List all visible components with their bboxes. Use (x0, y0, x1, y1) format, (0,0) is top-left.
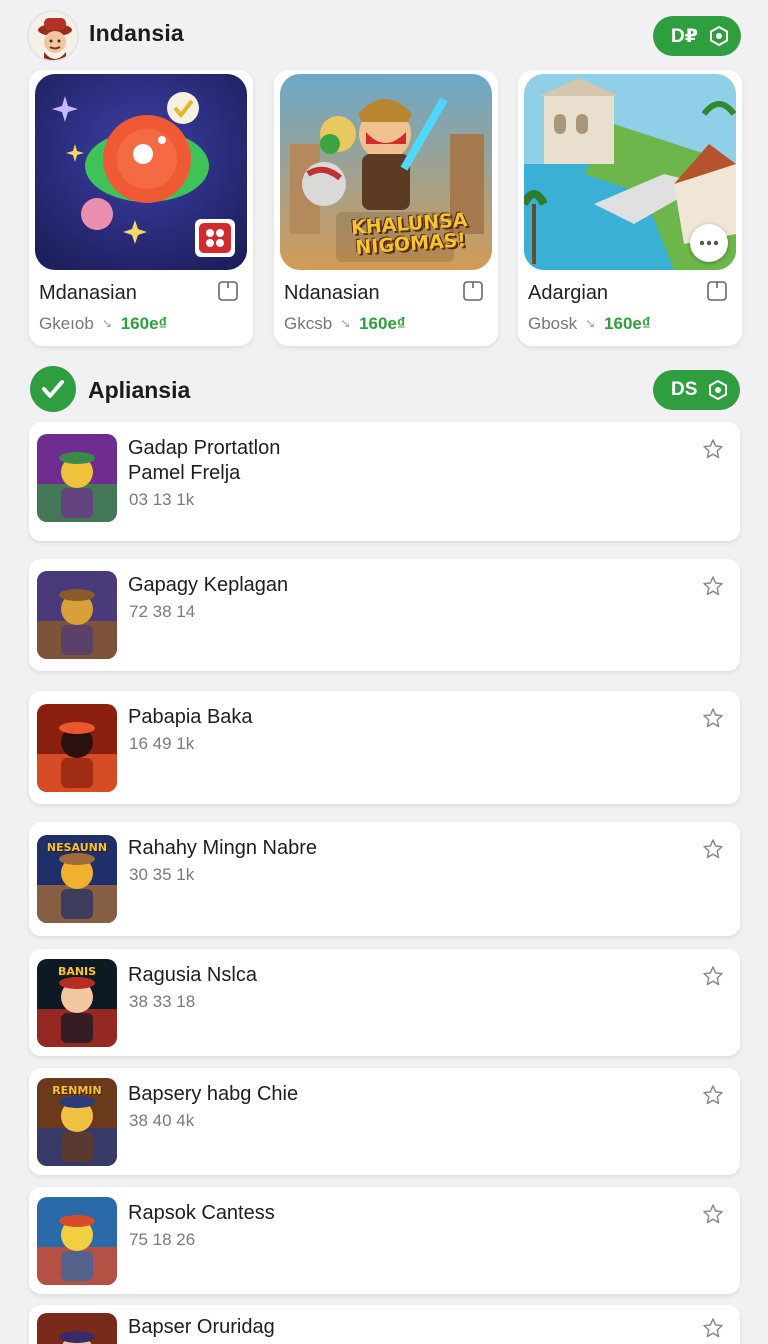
app-title: Pabapia Baka (128, 706, 253, 728)
featured-price: 160e₫ (604, 314, 651, 333)
app-title: Rahahy Mingn Nabre (128, 837, 317, 859)
section-badge-label: DS (671, 379, 698, 400)
featured-name: Mdanasian (39, 282, 137, 304)
featured-meta: Gkeıob ➘ 160e₫ (39, 314, 167, 334)
star-icon[interactable] (702, 1317, 724, 1339)
app-stats: 38 33 18 (129, 992, 196, 1011)
featured-meta: Gbosk ➘ 160e₫ (528, 314, 651, 334)
app-stats: 72 38 14 (129, 602, 196, 621)
bookmark-icon[interactable] (706, 280, 728, 302)
hexagon-settings-icon (709, 379, 728, 401)
hexagon-settings-icon (709, 25, 728, 47)
featured-art-3 (524, 74, 736, 270)
section-badge-button[interactable]: DS (653, 370, 740, 410)
bookmark-icon[interactable] (462, 280, 484, 302)
app-thumbnail (37, 704, 117, 792)
featured-art-title: KHALUNSA NIGOMAS! (350, 208, 469, 259)
list-item[interactable]: Rapsok Cantess 75 18 26 (29, 1187, 740, 1294)
featured-category: Gkeıob (39, 314, 94, 333)
app-thumbnail: NESAUNN (37, 835, 117, 923)
star-icon[interactable] (702, 1084, 724, 1106)
app-title: Ragusia Nslca (128, 964, 257, 986)
featured-art-2: KHALUNSA NIGOMAS! (280, 74, 492, 270)
featured-meta: Gkcsb ➘ 160e₫ (284, 314, 406, 334)
featured-name: Adargian (528, 282, 609, 304)
list-item[interactable]: BANIS Ragusia Nslca 38 33 18 (29, 949, 740, 1056)
star-icon[interactable] (702, 965, 724, 987)
star-icon[interactable] (702, 1203, 724, 1225)
app-thumbnail (37, 1313, 117, 1344)
list-item[interactable]: RENMIN Bapsery habg Chie 38 40 4k (29, 1068, 740, 1175)
featured-category: Gbosk (528, 314, 578, 333)
star-icon[interactable] (702, 575, 724, 597)
list-item[interactable]: NESAUNN Rahahy Mingn Nabre 30 35 1k (29, 822, 740, 936)
more-options-button[interactable] (690, 224, 728, 262)
check-circle-icon (30, 366, 76, 412)
star-icon[interactable] (702, 438, 724, 460)
app-thumbnail: RENMIN (37, 1078, 117, 1166)
thumbnail-title: RENMIN (52, 1084, 102, 1097)
featured-card-2[interactable]: KHALUNSA NIGOMAS! Ndanasian Gkcsb ➘ 160e… (274, 70, 498, 346)
featured-name: Ndanasian (284, 282, 380, 304)
app-thumbnail: BANIS (37, 959, 117, 1047)
app-title: Gapagy Keplagan (128, 574, 289, 596)
arrow-icon: ➘ (101, 316, 113, 331)
app-title: Bapsery habg Chie (128, 1083, 299, 1105)
thumbnail-title: BANIS (57, 965, 97, 978)
list-item[interactable]: Gadap Prortatlon Pamel Frelja 03 13 1k (29, 422, 740, 541)
arrow-icon: ➘ (585, 316, 597, 331)
bookmark-icon[interactable] (217, 280, 239, 302)
app-title: Rapsok Cantess (128, 1202, 275, 1224)
more-dots-icon (699, 240, 719, 246)
thumbnail-title: NESAUNN (46, 841, 108, 854)
arrow-icon: ➘ (340, 316, 352, 331)
app-stats: 03 13 1k (129, 490, 195, 509)
app-thumbnail (37, 571, 117, 659)
star-icon[interactable] (702, 838, 724, 860)
list-item[interactable]: Bapser Oruridag (29, 1305, 740, 1344)
app-title: Indansia (89, 20, 184, 46)
list-item[interactable]: Gapagy Keplagan 72 38 14 (29, 559, 740, 671)
featured-category: Gkcsb (284, 314, 333, 333)
app-stats: 75 18 26 (129, 1230, 196, 1249)
profile-avatar[interactable] (27, 10, 79, 62)
top-badge-label: D₽ (671, 25, 698, 47)
app-thumbnail (37, 1197, 117, 1285)
app-thumbnail (37, 434, 117, 522)
section-title: Apliansia (88, 377, 191, 403)
app-title: Bapser Oruridag (128, 1316, 275, 1338)
list-item[interactable]: Pabapia Baka 16 49 1k (29, 691, 740, 804)
app-stats: 16 49 1k (129, 734, 195, 753)
star-icon[interactable] (702, 707, 724, 729)
featured-card-3[interactable]: Adargian Gbosk ➘ 160e₫ (518, 70, 742, 346)
app-stats: 30 35 1k (129, 865, 195, 884)
featured-price: 160e₫ (120, 314, 168, 333)
featured-card-1[interactable]: Mdanasian Gkeıob ➘ 160e₫ (29, 70, 253, 346)
top-badge-button[interactable]: D₽ (653, 16, 741, 56)
app-stats: 38 40 4k (129, 1111, 195, 1130)
featured-price: 160e₫ (359, 314, 406, 333)
app-title: Gadap Prortatlon Pamel Frelja (128, 437, 281, 484)
featured-art-1 (35, 74, 247, 270)
top-bar: Indansia D₽ (0, 0, 768, 70)
